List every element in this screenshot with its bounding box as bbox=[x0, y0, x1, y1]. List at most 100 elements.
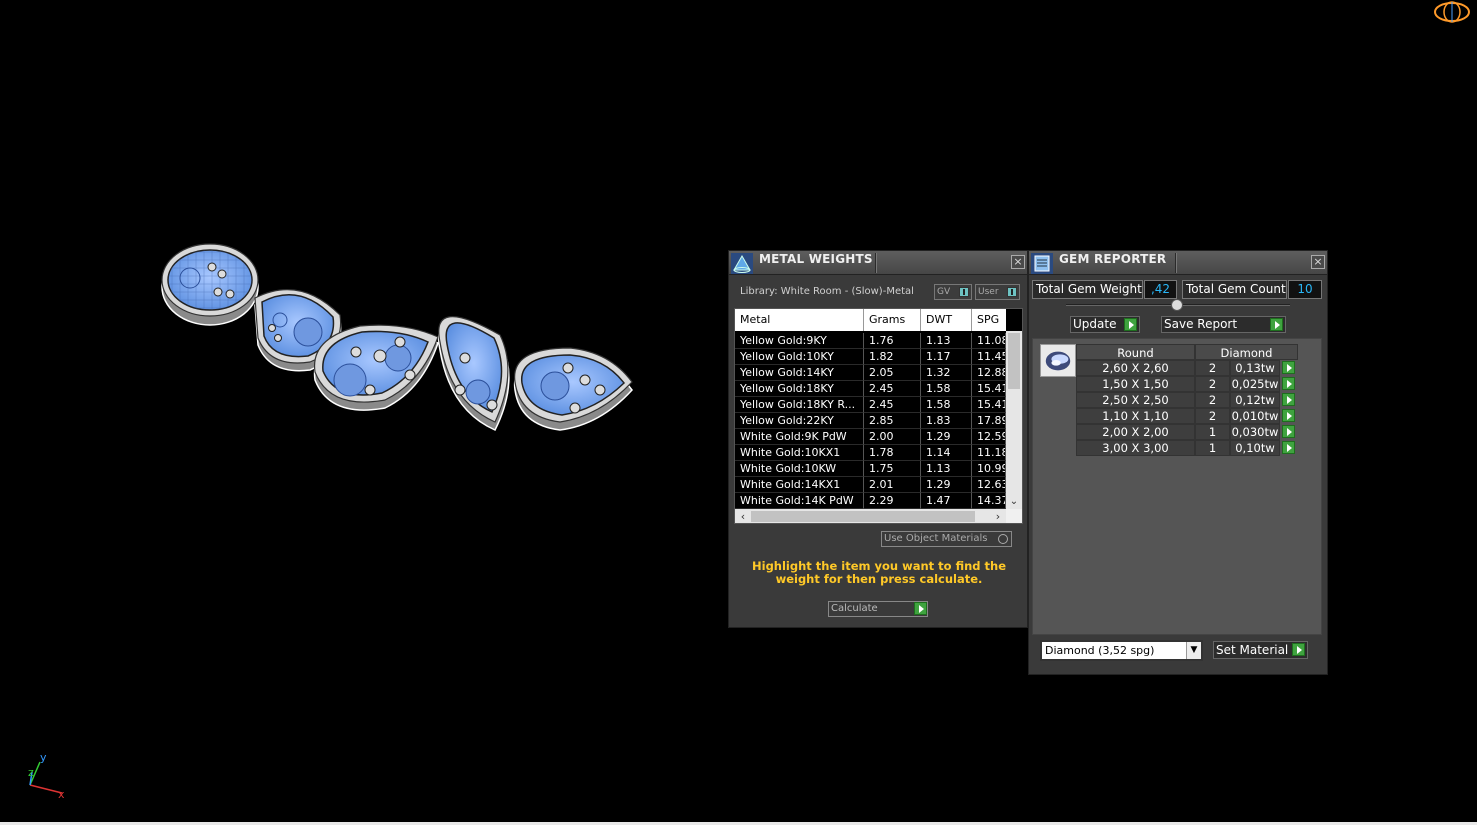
table-row[interactable]: White Gold:14K PdW 2.29 1.47 14.37 bbox=[735, 493, 1006, 509]
metal-weights-title: METAL WEIGHTS bbox=[759, 252, 873, 266]
spg-cell: 15.41 bbox=[972, 397, 1006, 413]
spg-cell: 15.41 bbox=[972, 381, 1006, 397]
calculate-button[interactable]: Calculate bbox=[828, 601, 928, 617]
col-dwt[interactable]: DWT bbox=[921, 309, 972, 331]
setting-1 bbox=[161, 243, 259, 326]
dwt-cell: 1.58 bbox=[921, 397, 972, 413]
gem-row[interactable]: 2,50 X 2,50 2 0,12tw bbox=[1076, 392, 1298, 408]
grams-cell: 1.76 bbox=[864, 333, 921, 349]
gem-count-cell: 2 bbox=[1195, 392, 1230, 408]
setting-5 bbox=[513, 347, 633, 431]
metal-name-cell: Yellow Gold:18KY bbox=[735, 381, 864, 397]
grams-cell: 2.29 bbox=[864, 493, 921, 509]
scroll-corner bbox=[1006, 509, 1022, 523]
spg-cell: 10.99 bbox=[972, 461, 1006, 477]
dwt-cell: 1.29 bbox=[921, 429, 972, 445]
gem-weight-cell: 0,12tw bbox=[1230, 392, 1280, 408]
gv-toggle-label: GV bbox=[937, 287, 951, 297]
metal-table[interactable]: Metal Grams DWT SPG Yellow Gold:9KY 1.76 1… bbox=[734, 308, 1023, 524]
calculate-arrow-icon bbox=[914, 602, 927, 615]
vertical-scrollbar[interactable]: ⌄ bbox=[1006, 331, 1022, 509]
metal-weights-close-button[interactable]: × bbox=[1011, 255, 1025, 269]
table-row[interactable]: Yellow Gold:18KY 2.45 1.58 15.41 bbox=[735, 381, 1006, 397]
set-material-arrow-icon bbox=[1292, 643, 1305, 656]
metal-weights-titlebar[interactable]: METAL WEIGHTS × bbox=[729, 251, 1027, 275]
gem-row[interactable]: 1,50 X 1,50 2 0,025tw bbox=[1076, 376, 1298, 392]
gem-weight-cell: 0,13tw bbox=[1230, 360, 1280, 376]
table-row[interactable]: Yellow Gold:18KY R... 2.45 1.58 15.41 bbox=[735, 397, 1006, 413]
dwt-cell: 1.47 bbox=[921, 493, 972, 509]
gem-reporter-close-button[interactable]: × bbox=[1311, 255, 1325, 269]
table-row[interactable]: White Gold:10KW 1.75 1.13 10.99 bbox=[735, 461, 1006, 477]
dwt-cell: 1.13 bbox=[921, 333, 972, 349]
hscroll-thumb[interactable] bbox=[751, 511, 975, 522]
save-report-button[interactable]: Save Report bbox=[1161, 316, 1286, 333]
gem-size-cell: 1,10 X 1,10 bbox=[1076, 408, 1195, 424]
size-slider-handle[interactable] bbox=[1171, 299, 1183, 311]
select-gem-arrow-icon[interactable] bbox=[1282, 425, 1295, 438]
total-gem-weight-label: Total Gem Weight bbox=[1032, 280, 1143, 299]
gem-reporter-titlebar[interactable]: GEM REPORTER × bbox=[1029, 251, 1327, 275]
gem-weight-cell: 0,025tw bbox=[1230, 376, 1280, 392]
update-button[interactable]: Update bbox=[1070, 316, 1140, 333]
col-spg[interactable]: SPG bbox=[972, 309, 1006, 331]
gem-count-cell: 2 bbox=[1195, 376, 1230, 392]
jewelry-model[interactable] bbox=[160, 240, 640, 470]
select-gem-arrow-icon[interactable] bbox=[1282, 393, 1295, 406]
setting-3 bbox=[313, 324, 439, 411]
gem-size-cell: 2,00 X 2,00 bbox=[1076, 424, 1195, 440]
gem-weight-cell: 0,030tw bbox=[1230, 424, 1280, 440]
scroll-right-icon[interactable]: › bbox=[991, 509, 1005, 523]
gem-row[interactable]: 3,00 X 3,00 1 0,10tw bbox=[1076, 440, 1298, 456]
dwt-cell: 1.17 bbox=[921, 349, 972, 365]
horizontal-scrollbar[interactable]: ‹ › bbox=[735, 509, 1006, 523]
table-row[interactable]: Yellow Gold:22KY 2.85 1.83 17.89 bbox=[735, 413, 1006, 429]
select-gem-arrow-icon[interactable] bbox=[1282, 377, 1295, 390]
user-toggle[interactable]: User bbox=[975, 284, 1020, 300]
table-row[interactable]: Yellow Gold:10KY 1.82 1.17 11.45 bbox=[735, 349, 1006, 365]
gem-size-cell: 2,50 X 2,50 bbox=[1076, 392, 1195, 408]
material-select[interactable]: Diamond (3,52 spg) ▼ bbox=[1040, 640, 1203, 661]
use-object-materials-option[interactable]: Use Object Materials bbox=[881, 531, 1012, 547]
grams-cell: 2.45 bbox=[864, 381, 921, 397]
table-row[interactable]: White Gold:10KX1 1.78 1.14 11.18 bbox=[735, 445, 1006, 461]
gem-size-cell: 2,60 X 2,60 bbox=[1076, 360, 1195, 376]
dwt-cell: 1.14 bbox=[921, 445, 972, 461]
total-gem-count-label: Total Gem Count bbox=[1182, 280, 1287, 299]
table-row[interactable]: Yellow Gold:9KY 1.76 1.13 11.08 bbox=[735, 333, 1006, 349]
gem-row[interactable]: 2,60 X 2,60 2 0,13tw bbox=[1076, 360, 1298, 376]
metal-name-cell: White Gold:10KW bbox=[735, 461, 864, 477]
total-gem-weight-value: ,42 bbox=[1144, 280, 1177, 299]
save-report-label: Save Report bbox=[1164, 317, 1238, 331]
view-cube-icon[interactable] bbox=[1432, 0, 1472, 26]
table-row[interactable]: White Gold:9K PdW 2.00 1.29 12.59 bbox=[735, 429, 1006, 445]
gem-report-icon bbox=[1031, 253, 1053, 274]
select-gem-arrow-icon[interactable] bbox=[1282, 361, 1295, 374]
col-metal[interactable]: Metal bbox=[735, 309, 864, 331]
dwt-cell: 1.58 bbox=[921, 381, 972, 397]
spg-cell: 12.63 bbox=[972, 477, 1006, 493]
dwt-cell: 1.29 bbox=[921, 477, 972, 493]
use-object-materials-radio[interactable] bbox=[998, 534, 1008, 544]
table-row[interactable]: White Gold:14KX1 2.01 1.29 12.63 bbox=[735, 477, 1006, 493]
grams-cell: 2.01 bbox=[864, 477, 921, 493]
scroll-thumb[interactable] bbox=[1008, 333, 1020, 389]
grams-cell: 1.78 bbox=[864, 445, 921, 461]
select-gem-arrow-icon[interactable] bbox=[1282, 409, 1295, 422]
gv-toggle[interactable]: GV bbox=[934, 284, 972, 300]
col-grams[interactable]: Grams bbox=[864, 309, 921, 331]
axis-triad-icon: x y z bbox=[28, 751, 65, 800]
table-row[interactable]: Yellow Gold:14KY 2.05 1.32 12.88 bbox=[735, 365, 1006, 381]
chevron-down-icon[interactable]: ▼ bbox=[1186, 642, 1201, 659]
material-select-value: Diamond (3,52 spg) bbox=[1045, 644, 1155, 657]
gem-count-cell: 2 bbox=[1195, 408, 1230, 424]
scroll-left-icon[interactable]: ‹ bbox=[736, 509, 750, 523]
metal-cone-icon bbox=[731, 253, 753, 274]
round-diamond-icon[interactable] bbox=[1040, 344, 1076, 377]
select-gem-arrow-icon[interactable] bbox=[1282, 441, 1295, 454]
metal-table-header: Metal Grams DWT SPG bbox=[735, 309, 1006, 331]
scroll-down-icon[interactable]: ⌄ bbox=[1007, 495, 1021, 509]
gem-row[interactable]: 2,00 X 2,00 1 0,030tw bbox=[1076, 424, 1298, 440]
set-material-button[interactable]: Set Material bbox=[1213, 641, 1308, 659]
gem-row[interactable]: 1,10 X 1,10 2 0,010tw bbox=[1076, 408, 1298, 424]
